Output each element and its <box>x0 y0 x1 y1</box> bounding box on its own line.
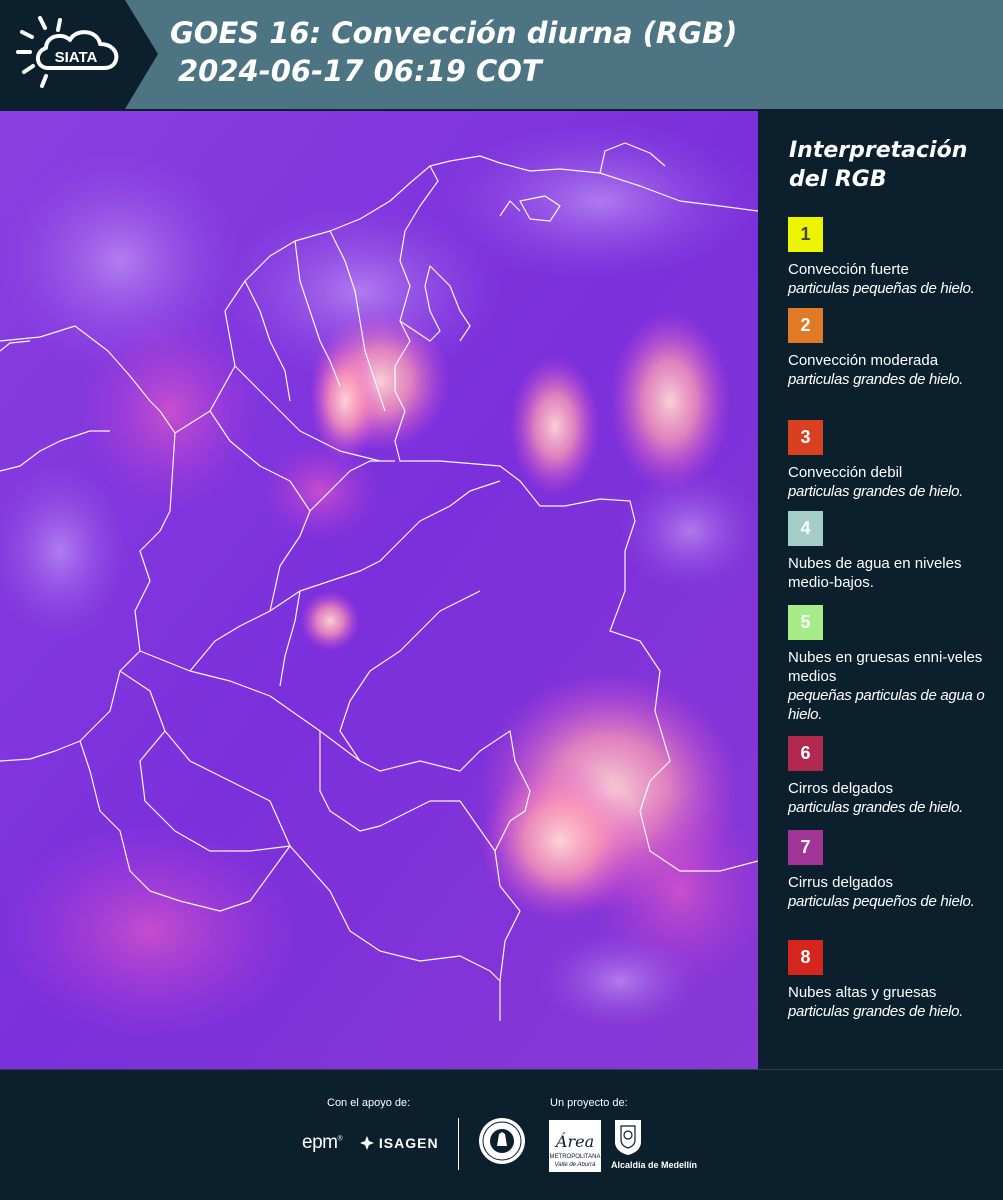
legend-number-1: 1 <box>800 224 811 244</box>
legend-item-subtitle-7: particulas pequeños de hielo. <box>788 893 975 910</box>
legend-item-title-3: Convección debil <box>788 464 903 481</box>
legend-swatch-8: 8 <box>788 940 823 975</box>
legend-item-title-8: Nubes altas y gruesas <box>788 984 937 1001</box>
area-metropolitana-logo: Área METROPOLITANA Valle de Aburrá <box>549 1120 601 1176</box>
legend-item-6: 6 Cirros delgados particulas grandes de … <box>788 736 993 817</box>
metro-name: Área <box>554 1131 594 1151</box>
footer-divider <box>458 1118 459 1170</box>
legend-number-3: 3 <box>800 427 811 447</box>
title-line-1: GOES 16: Convección diurna (RGB) <box>170 16 738 50</box>
satellite-image <box>0 111 758 1069</box>
page-title: GOES 16: Convección diurna (RGB) 2024-06… <box>170 14 737 90</box>
legend-swatch-5: 5 <box>788 605 823 640</box>
legend-item-subtitle-6: particulas grandes de hielo. <box>788 799 964 816</box>
project-label: Un proyecto de: <box>550 1097 628 1109</box>
seal-logo <box>477 1116 527 1170</box>
support-label: Con el apoyo de: <box>327 1097 411 1109</box>
legend-item-subtitle-8: particulas grandes de hielo. <box>788 1003 964 1020</box>
legend-title-line-1: Interpretación <box>789 138 968 163</box>
isagen-logo: ISAGEN <box>360 1135 439 1151</box>
legend-item-title-7: Cirrus delgados <box>788 874 894 891</box>
legend-swatch-2: 2 <box>788 308 823 343</box>
legend-number-8: 8 <box>800 947 811 967</box>
legend-number-6: 6 <box>800 743 811 763</box>
legend-item-1: 1 Convección fuerte particulas pequeñas … <box>788 217 993 298</box>
area-metropolitana-icon: Área METROPOLITANA Valle de Aburrá <box>549 1120 601 1172</box>
metro-line-1: METROPOLITANA <box>550 1154 601 1160</box>
legend-number-4: 4 <box>800 518 811 538</box>
legend-item-8: 8 Nubes altas y gruesas particulas grand… <box>788 940 993 1021</box>
seal-icon <box>479 1118 525 1164</box>
legend-item-title-5: Nubes en gruesas enni-veles medios <box>788 649 983 685</box>
legend-title: Interpretación del RGB <box>789 136 989 194</box>
legend-panel: Interpretación del RGB 1 Convección fuer… <box>758 109 1003 1069</box>
alcaldia-label: Alcaldía de Medellín <box>611 1160 698 1170</box>
header-bar: SIATA GOES 16: Convección diurna (RGB) 2… <box>0 0 1003 109</box>
legend-item-2: 2 Convección moderada particulas grandes… <box>788 308 993 389</box>
title-line-2: 2024-06-17 06:19 COT <box>178 54 542 88</box>
legend-swatch-1: 1 <box>788 217 823 252</box>
legend-swatch-4: 4 <box>788 511 823 546</box>
legend-item-title-4: Nubes de agua en niveles medio-bajos. <box>788 555 962 591</box>
satellite-rgb-map <box>0 111 758 1069</box>
legend-number-5: 5 <box>800 612 811 632</box>
legend-item-3: 3 Convección debil particulas grandes de… <box>788 420 993 501</box>
alcaldia-shield-icon <box>615 1120 641 1155</box>
siata-logo-text: SIATA <box>55 49 98 66</box>
legend-number-2: 2 <box>800 315 811 335</box>
legend-item-7: 7 Cirrus delgados particulas pequeños de… <box>788 830 993 911</box>
legend-item-subtitle-5: pequeñas particulas de agua o hielo. <box>788 687 985 723</box>
siata-logo: SIATA <box>0 0 158 109</box>
metro-line-2: Valle de Aburrá <box>555 1162 597 1168</box>
legend-item-subtitle-2: particulas grandes de hielo. <box>788 371 964 388</box>
legend-swatch-7: 7 <box>788 830 823 865</box>
legend-item-subtitle-3: particulas grandes de hielo. <box>788 483 964 500</box>
legend-swatch-3: 3 <box>788 420 823 455</box>
alcaldia-logo <box>613 1118 643 1160</box>
legend-item-title-1: Convección fuerte <box>788 261 909 278</box>
legend-item-5: 5 Nubes en gruesas enni-veles medios peq… <box>788 605 993 724</box>
legend-item-title-2: Convección moderada <box>788 352 939 369</box>
footer: Con el apoyo de: Un proyecto de: epm® IS… <box>0 1069 1003 1200</box>
legend-title-line-2: del RGB <box>789 167 887 192</box>
legend-item-subtitle-1: particulas pequeñas de hielo. <box>788 280 975 297</box>
isagen-logo-text: ISAGEN <box>378 1135 439 1151</box>
epm-logo-text: epm <box>302 1132 338 1153</box>
isagen-icon <box>360 1136 374 1150</box>
legend-item-title-6: Cirros delgados <box>788 780 894 797</box>
legend-item-4: 4 Nubes de agua en niveles medio-bajos. <box>788 511 993 592</box>
epm-logo: epm® <box>302 1132 343 1153</box>
legend-swatch-6: 6 <box>788 736 823 771</box>
legend-number-7: 7 <box>800 837 811 857</box>
